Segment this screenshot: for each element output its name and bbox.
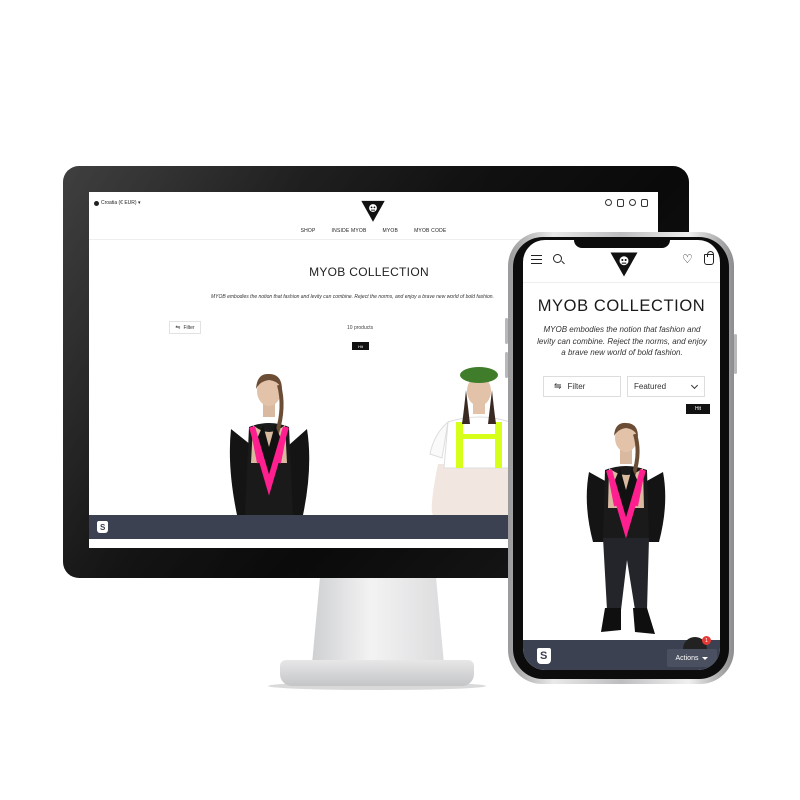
caret-down-icon: [702, 656, 709, 660]
myob-logo[interactable]: [360, 197, 386, 223]
shopify-icon[interactable]: [537, 648, 551, 664]
chevron-down-icon: [690, 381, 699, 389]
account-icon[interactable]: [629, 199, 636, 206]
header-divider: [523, 282, 720, 283]
wishlist-icon[interactable]: ♡: [682, 253, 693, 265]
phone-power-button: [734, 334, 737, 374]
bag-icon[interactable]: [641, 199, 648, 207]
search-icon[interactable]: [605, 199, 612, 206]
nav-item-myob-code[interactable]: MYOB CODE: [414, 228, 446, 234]
phone-volume-down-button: [505, 352, 508, 378]
search-icon[interactable]: [553, 254, 562, 263]
currency-label: Croatia (€ EUR) ▾: [101, 200, 141, 206]
notification-badge: 1: [702, 636, 711, 645]
myob-logo[interactable]: [609, 248, 639, 278]
monitor-stand-neck: [312, 578, 444, 664]
mobile-screen: ♡ MYOB COLLECTION MYOB embodies the noti…: [523, 240, 720, 670]
actions-button[interactable]: Actions: [667, 649, 717, 667]
product-image-pink-harness[interactable]: [581, 420, 671, 646]
flag-icon: [94, 200, 99, 206]
filter-button[interactable]: ⇋ Filter: [543, 376, 621, 397]
product-count: 10 products: [347, 325, 374, 331]
actions-label: Actions: [675, 654, 699, 662]
menu-icon[interactable]: [531, 255, 542, 267]
shopify-icon[interactable]: [97, 521, 108, 533]
hit-badge: Hit: [352, 342, 369, 350]
desktop-header: Croatia (€ EUR) ▾: [89, 192, 658, 222]
nav-item-inside-myob[interactable]: INSIDE MYOB: [332, 228, 367, 234]
bag-icon[interactable]: [704, 251, 714, 265]
sort-value: Featured: [634, 382, 667, 391]
nav-item-shop[interactable]: SHOP: [301, 228, 316, 234]
page-title: MYOB COLLECTION: [537, 297, 706, 315]
filter-button[interactable]: ⇋ Filter: [169, 321, 201, 334]
desktop-header-icons: [605, 199, 648, 207]
page-title: MYOB COLLECTION: [309, 265, 429, 279]
filter-label: Filter: [183, 324, 195, 331]
hit-badge: Hit: [686, 404, 710, 414]
wishlist-icon[interactable]: [617, 199, 624, 207]
nav-item-myob[interactable]: MYOB: [383, 228, 399, 234]
phone-volume-up-button: [505, 318, 508, 344]
filter-label: Filter: [567, 382, 586, 391]
filter-icon: ⇋: [554, 381, 562, 391]
sort-select[interactable]: Featured: [627, 376, 705, 397]
currency-selector[interactable]: Croatia (€ EUR) ▾: [94, 200, 140, 206]
device-mockup: Croatia (€ EUR) ▾ SHOP INSIDE MYOB MYOB …: [0, 0, 800, 800]
phone-notch: [574, 240, 670, 248]
monitor-stand-base: [280, 660, 474, 686]
product-image-pink-harness[interactable]: [219, 367, 319, 517]
filter-icon: ⇋: [175, 325, 181, 331]
collection-description: MYOB embodies the notion that fashion an…: [537, 325, 707, 357]
